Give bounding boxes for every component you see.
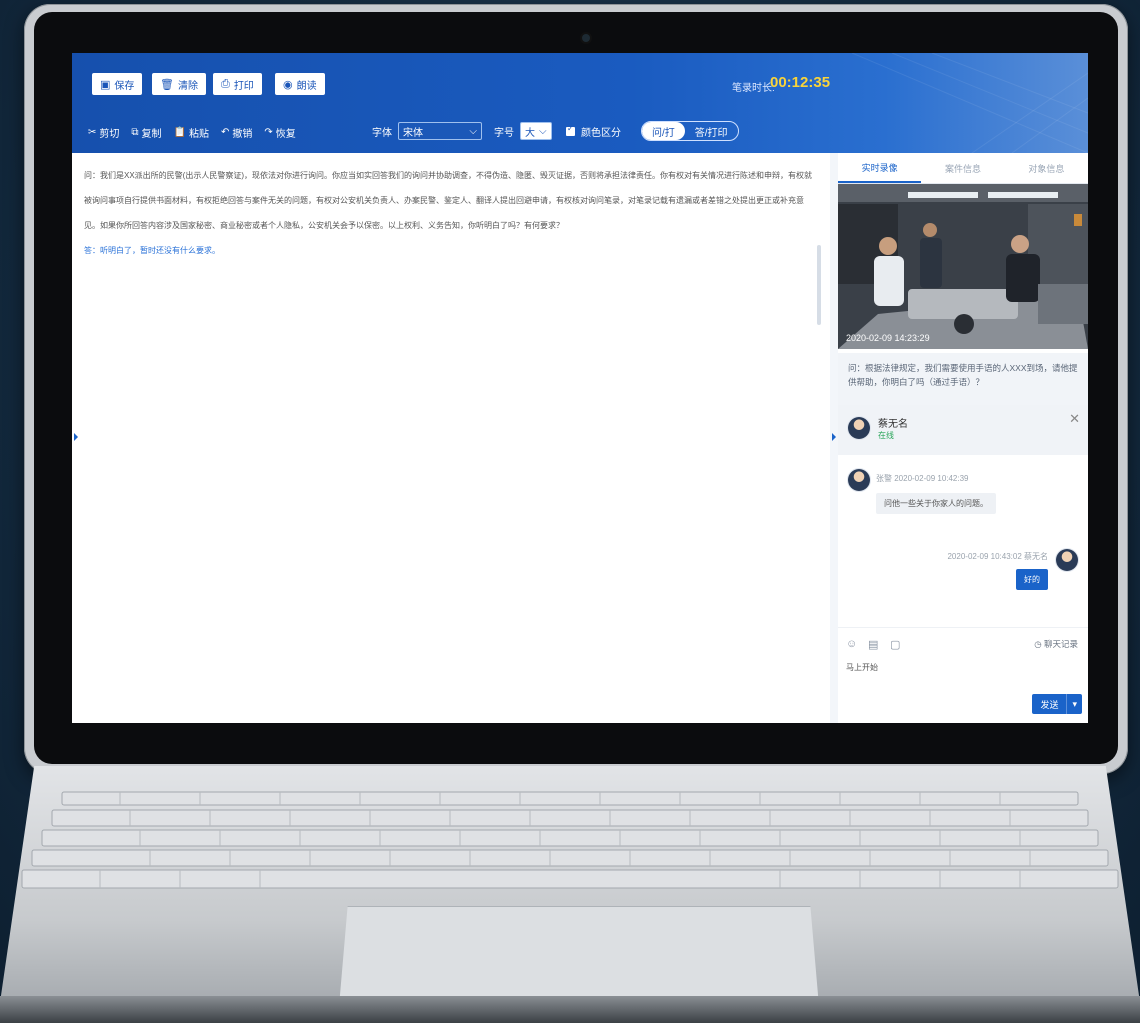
- webcam: [582, 34, 590, 42]
- clear-button[interactable]: 🗑 清除: [152, 73, 206, 95]
- message-bubble-incoming: 问他一些关于你家人的问题。: [876, 493, 996, 514]
- send-button[interactable]: 发送 ▾: [1032, 694, 1082, 714]
- size-label: 字号: [494, 127, 514, 139]
- avatar: [848, 417, 870, 439]
- video-timestamp: 2020-02-09 14:23:29: [846, 333, 930, 343]
- chat-input[interactable]: 马上开始: [846, 662, 878, 673]
- expand-arrow-icon[interactable]: [832, 433, 836, 441]
- color-distinguish-checkbox[interactable]: [566, 124, 575, 136]
- mode-toggle[interactable]: 问/打 答/打印: [641, 121, 739, 141]
- history-icon: ◷: [1034, 639, 1042, 649]
- undo-icon: ↶: [220, 127, 230, 138]
- copy-icon: ⧉: [131, 127, 139, 138]
- transcript-editor[interactable]: 问：我们是XX派出所的民警(出示人民警察证)，现依法对你进行询问。你应当如实回答…: [72, 153, 831, 723]
- app-screen: ▣ 保存 🗑 清除 ⎙ 打印 ◉ 朗读 笔录时长: 00:12:35 ✂ 剪切 ⧉…: [72, 53, 1088, 723]
- right-tabs: 实时录像 案件信息 对象信息: [838, 153, 1088, 184]
- message-bubble-outgoing: 好的: [1016, 569, 1048, 590]
- tab-subject-info[interactable]: 对象信息: [1005, 153, 1088, 183]
- edit-toolbar: ✂ 剪切 ⧉ 复制 📋 粘贴 ↶ 撤销 ↷ 恢复: [88, 125, 296, 140]
- toggle-option-answer[interactable]: 答/打印: [685, 122, 738, 140]
- live-video[interactable]: 2020-02-09 14:23:29: [838, 184, 1088, 349]
- timer-label: 笔录时长:: [732, 83, 775, 94]
- toggle-option-question[interactable]: 问/打: [642, 122, 685, 140]
- chat-history-link[interactable]: ◷ 聊天记录: [1034, 638, 1078, 650]
- redo-button[interactable]: ↷ 恢复: [264, 125, 295, 140]
- tab-case-info[interactable]: 案件信息: [921, 153, 1004, 183]
- contact-status: 在线: [878, 431, 894, 440]
- editor-scrollbar[interactable]: [817, 245, 821, 325]
- contact-name: 蔡无名: [878, 419, 908, 430]
- chevron-down-icon: ⌵: [469, 125, 477, 137]
- video-frame-illustration: [838, 184, 1088, 349]
- clipboard-icon: 📋: [173, 127, 186, 138]
- message-meta: 2020-02-09 10:43:02 蔡无名: [947, 552, 1048, 561]
- color-distinguish-label: 颜色区分: [581, 127, 621, 139]
- session-timer: 00:12:35: [770, 74, 831, 91]
- file-icon[interactable]: ▢: [890, 638, 900, 651]
- close-icon[interactable]: ✕: [1069, 411, 1080, 427]
- speaker-icon: ◉: [283, 78, 293, 91]
- read-button[interactable]: ◉ 朗读: [275, 73, 325, 95]
- scissors-icon: ✂: [88, 127, 97, 138]
- image-icon[interactable]: ▤: [868, 638, 878, 651]
- font-select[interactable]: 宋体 ⌵: [398, 122, 482, 140]
- size-select[interactable]: 大 ⌵: [520, 122, 552, 140]
- redo-icon: ↷: [264, 127, 273, 138]
- chevron-down-icon: ⌵: [539, 125, 547, 137]
- emoji-icon[interactable]: ☺: [846, 638, 857, 650]
- answer-paragraph: 答：听明白了，暂时还没有什么要求。: [84, 246, 220, 255]
- trash-icon: 🗑: [160, 78, 174, 91]
- caret-down-icon[interactable]: ▾: [1066, 694, 1082, 714]
- font-settings: 字体 宋体 ⌵ 字号 大 ⌵ 颜色区分 问/打 答/打印: [372, 121, 739, 141]
- save-button[interactable]: ▣ 保存: [92, 73, 143, 95]
- laptop-base: [0, 766, 1140, 1003]
- undo-button[interactable]: ↶ 撤销: [221, 125, 252, 140]
- font-label: 字体: [372, 127, 392, 139]
- paste-button[interactable]: 📋 粘贴: [174, 125, 209, 140]
- laptop-base-edge: [0, 996, 1140, 1023]
- chat-messages: 张警 2020-02-09 10:42:39 问他一些关于你家人的问题。 202…: [838, 455, 1088, 625]
- avatar: [1056, 549, 1078, 571]
- message-meta: 张警 2020-02-09 10:42:39: [876, 474, 969, 483]
- save-icon: ▣: [100, 78, 111, 91]
- print-button[interactable]: ⎙ 打印: [213, 73, 262, 95]
- current-question: 问：根据法律规定，我们需要使用手语的人XXX到场，请他提供帮助，你明白了吗（通过…: [838, 353, 1088, 405]
- avatar: [848, 469, 870, 491]
- printer-icon: ⎙: [221, 77, 230, 90]
- collapse-arrow-icon[interactable]: [74, 433, 78, 441]
- chat-contact-header: 蔡无名 在线 ✕: [838, 405, 1088, 456]
- app-header: ▣ 保存 🗑 清除 ⎙ 打印 ◉ 朗读 笔录时长: 00:12:35 ✂ 剪切 ⧉…: [72, 53, 1088, 153]
- right-panel: 实时录像 案件信息 对象信息 2020-02-09 14:23:29 问：根据法…: [838, 153, 1088, 723]
- copy-button[interactable]: ⧉ 复制: [131, 125, 161, 140]
- tab-live-video[interactable]: 实时录像: [838, 153, 922, 183]
- chat-composer: ☺ ▤ ▢ ◷ 聊天记录 马上开始 发送 ▾: [838, 627, 1088, 714]
- question-paragraph: 问：我们是XX派出所的民警(出示人民警察证)，现依法对你进行询问。你应当如实回答…: [84, 171, 812, 230]
- cut-button[interactable]: ✂ 剪切: [88, 125, 119, 140]
